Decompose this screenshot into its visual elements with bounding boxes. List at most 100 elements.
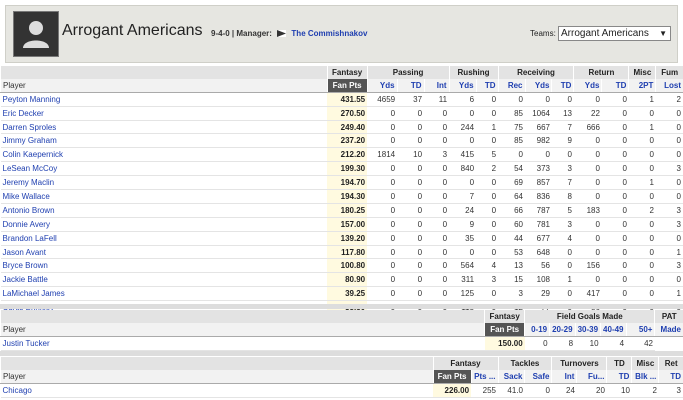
stat-cell: 69 (498, 175, 525, 191)
teams-dropdown[interactable]: Arrogant Americans ▼ (558, 26, 671, 41)
player-name-link[interactable]: Mike Wallace (0, 189, 328, 204)
stat-cell: 3 (658, 383, 683, 398)
flag-icon (277, 30, 287, 38)
stat-cell: 0 (367, 175, 398, 191)
stat-cell: 982 (525, 133, 552, 149)
player-name-link[interactable]: Eric Decker (0, 106, 328, 121)
player-name-link[interactable]: LeSean McCoy (0, 161, 328, 177)
col-header-ret-td[interactable]: TD (601, 78, 629, 93)
fantasy-points-cell: 117.80 (327, 245, 368, 260)
col-header-rush-yds[interactable]: Yds (448, 78, 477, 93)
player-name-link[interactable]: Donnie Avery (0, 217, 328, 232)
player-name-link[interactable]: Bryce Brown (0, 258, 328, 274)
col-header-fg-0-19[interactable]: 0-19 (524, 322, 550, 337)
col-header-pass-yds[interactable]: Yds (366, 78, 398, 93)
stat-cell: 0 (397, 272, 425, 288)
stat-cell: 0 (573, 217, 602, 232)
col-header-pass-td[interactable]: TD (396, 78, 425, 93)
stat-cell: 85 (498, 106, 525, 121)
table-row: Jimmy Graham 237.20 0 0 0 0 0 85 982 9 0 0 0 0 (0, 133, 683, 149)
player-name-link[interactable]: Jeremy Maclin (0, 175, 328, 191)
player-name-link[interactable]: Jason Avant (0, 245, 328, 260)
col-header-player: Player (0, 369, 434, 384)
stat-cell: 0 (628, 286, 656, 302)
col-header-sack[interactable]: Sack (497, 369, 525, 384)
col-header-ret-td[interactable]: TD (658, 369, 683, 384)
col-header-2pt[interactable]: 2PT (628, 78, 656, 93)
player-name-link[interactable]: Justin Tucker (0, 336, 485, 351)
col-header-fg-20-29[interactable]: 20-29 (549, 322, 576, 337)
col-header-pass-int[interactable]: Int (423, 78, 450, 93)
col-header-rush-td[interactable]: TD (475, 78, 499, 93)
stat-cell: 0 (601, 161, 629, 177)
stat-cell: 0 (655, 133, 683, 149)
stat-cell: 0 (476, 245, 499, 260)
stat-cell: 415 (449, 147, 477, 163)
col-header-pat-made[interactable]: Made (654, 322, 683, 337)
stat-cell: 0 (573, 175, 602, 191)
player-name-link[interactable]: Jimmy Graham (0, 133, 328, 149)
player-name-link[interactable]: Darren Sproles (0, 120, 328, 135)
table-row: Justin Tucker 150.00 0 8 10 4 42 (0, 336, 683, 351)
col-header-fan-pts[interactable]: Fan Pts (432, 369, 472, 384)
stat-cell: 0 (397, 161, 425, 177)
col-header-fg-30-39[interactable]: 30-39 (574, 322, 601, 337)
stat-cell: 0 (424, 189, 450, 204)
col-header-blk[interactable]: Blk ... (631, 369, 659, 384)
col-header-rec-yds[interactable]: Yds (524, 78, 552, 93)
stat-cell: 8 (551, 189, 574, 204)
fantasy-points-cell: 180.25 (327, 203, 368, 218)
fantasy-points-cell: 270.50 (327, 106, 368, 121)
stat-cell: 1 (628, 120, 656, 135)
col-header-int[interactable]: Int (551, 369, 577, 384)
stat-cell: 7 (551, 120, 574, 135)
stat-cell: 0 (628, 217, 656, 232)
stat-cell: 667 (525, 120, 552, 135)
player-name-link[interactable]: Antonio Brown (0, 203, 328, 218)
col-header-fan-pts[interactable]: Fan Pts (484, 322, 525, 337)
stat-cell: 564 (449, 258, 477, 274)
group-header-ret: Ret (658, 357, 683, 370)
stat-cell: 24 (551, 383, 577, 398)
stat-cell: 0 (573, 189, 602, 204)
player-name-link[interactable]: Chicago (0, 383, 434, 398)
fantasy-points-cell: 431.55 (327, 92, 368, 107)
col-header-pts-allowed[interactable]: Pts ... (470, 369, 498, 384)
stat-cell: 0 (628, 245, 656, 260)
kicker-column-header-row: Player Fan Pts 0-19 20-29 30-39 40-49 50… (0, 322, 683, 337)
col-header-fum-lost[interactable]: Lost (655, 78, 683, 93)
stat-cell: 0 (476, 231, 499, 246)
col-header-rec-td[interactable]: TD (551, 78, 574, 93)
stat-cell: 0 (551, 286, 574, 302)
col-header-fumble[interactable]: Fu... (576, 369, 607, 384)
player-name-link[interactable]: LaMichael James (0, 286, 328, 302)
stat-cell: 1 (628, 92, 656, 107)
stat-cell: 9 (449, 217, 477, 232)
stat-cell: 0 (449, 106, 477, 121)
stat-cell: 0 (367, 231, 398, 246)
fantasy-points-cell: 249.40 (327, 120, 368, 135)
stat-cell: 0 (601, 92, 629, 107)
player-name-link[interactable]: Colin Kaepernick (0, 147, 328, 163)
player-name-link[interactable]: Jackie Battle (0, 272, 328, 288)
col-header-def-td[interactable]: TD (606, 369, 632, 384)
col-header-rec[interactable]: Rec (497, 78, 525, 93)
col-header-fan-pts[interactable]: Fan Pts (326, 78, 368, 93)
col-header-fg-40-49[interactable]: 40-49 (600, 322, 627, 337)
team-header: Arrogant Americans 9-4-0 | Manager: The … (5, 5, 678, 63)
stat-cell: 2 (655, 92, 683, 107)
manager-link[interactable]: The Commishnakov (291, 29, 367, 38)
player-name-link[interactable]: Peyton Manning (0, 92, 328, 107)
stat-cell: 0 (573, 92, 602, 107)
stat-cell: 0 (367, 120, 398, 135)
stat-cell: 3 (655, 258, 683, 274)
player-name-link[interactable]: Brandon LaFell (0, 231, 328, 246)
fantasy-points-cell: 194.30 (327, 189, 368, 204)
stat-cell: 0 (397, 217, 425, 232)
col-header-fg-50-plus[interactable]: 50+ (625, 322, 655, 337)
col-header-safety[interactable]: Safe (524, 369, 552, 384)
stat-cell: 0 (628, 189, 656, 204)
col-header-ret-yds[interactable]: Yds (573, 78, 602, 93)
stat-cell: 11 (424, 92, 450, 107)
fantasy-points-cell: 194.70 (327, 175, 368, 191)
